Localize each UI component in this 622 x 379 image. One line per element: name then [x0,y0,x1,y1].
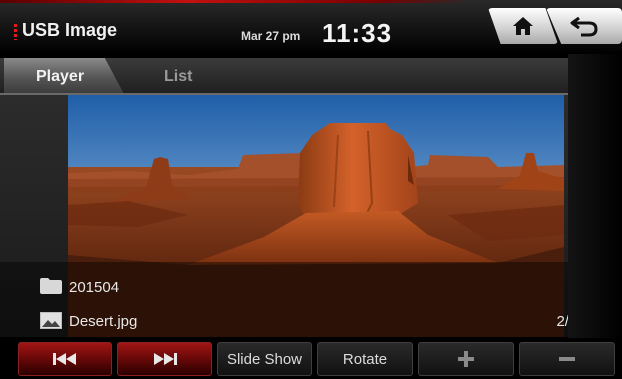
skip-next-icon [153,353,177,365]
file-name: Desert.jpg [69,313,138,330]
folder-icon [40,278,62,294]
slideshow-button[interactable]: Slide Show [217,342,312,376]
home-button[interactable] [488,8,558,44]
back-button[interactable] [546,8,622,44]
side-panel [568,54,622,340]
accent-line [0,0,470,3]
clock: 11:33 [322,18,393,48]
rotate-button[interactable]: Rotate [317,342,413,376]
image-icon [40,312,62,329]
date-label: Mar 27 pm [241,29,301,43]
back-arrow-icon [570,16,598,37]
tab-list[interactable]: List [164,68,192,86]
next-button[interactable] [117,342,212,376]
app-marker-icon [14,24,17,40]
status-bar: USB Image Mar 27 pm 11:33 [0,0,622,54]
tab-bar: Player List [0,58,568,94]
minus-icon [559,357,575,361]
previous-button[interactable] [18,342,112,376]
tab-player[interactable]: Player [4,58,124,94]
plus-icon [458,351,474,367]
app-title: USB Image [22,20,118,40]
tab-player-label: Player [36,68,85,85]
zoom-out-button[interactable] [519,342,615,376]
zoom-in-button[interactable] [418,342,514,376]
home-icon [513,17,533,35]
folder-name: 201504 [69,279,120,296]
skip-previous-icon [53,353,76,365]
